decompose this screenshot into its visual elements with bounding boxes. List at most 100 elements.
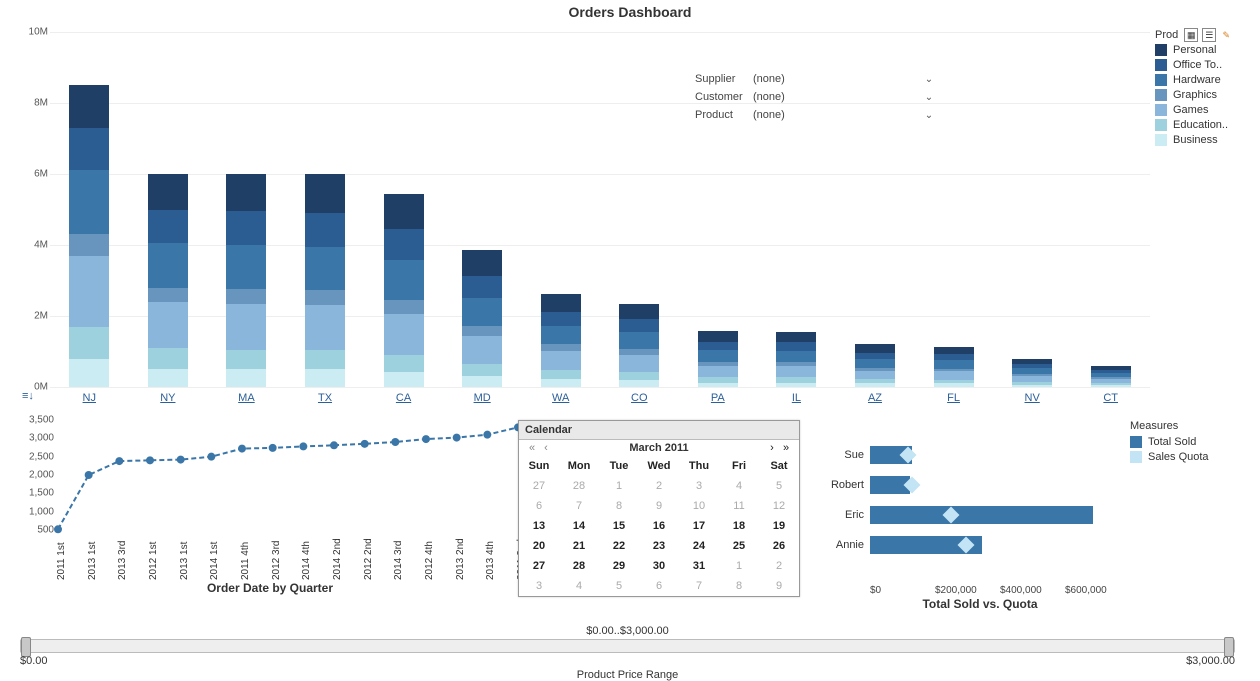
slider-track[interactable] <box>20 639 1235 653</box>
calendar-day[interactable]: 14 <box>559 516 599 536</box>
slider-thumb-min[interactable] <box>21 637 31 657</box>
calendar-day[interactable]: 28 <box>559 556 599 576</box>
line-point[interactable] <box>115 457 123 465</box>
legend-item[interactable]: Games <box>1155 102 1255 117</box>
stacked-bar[interactable] <box>541 294 581 387</box>
calendar-day[interactable]: 3 <box>519 576 559 596</box>
calendar-day[interactable]: 9 <box>639 496 679 516</box>
x-axis-label[interactable]: MA <box>216 392 276 404</box>
calendar-next-year-icon[interactable]: » <box>779 442 793 454</box>
calendar-day[interactable]: 24 <box>679 536 719 556</box>
calendar-day[interactable]: 10 <box>679 496 719 516</box>
calendar-day[interactable]: 30 <box>639 556 679 576</box>
calendar-day[interactable]: 6 <box>639 576 679 596</box>
calendar-day[interactable]: 28 <box>559 476 599 496</box>
calendar-day[interactable]: 15 <box>599 516 639 536</box>
calendar-day[interactable]: 16 <box>639 516 679 536</box>
legend-item[interactable]: Sales Quota <box>1130 449 1240 464</box>
calendar-day[interactable]: 2 <box>759 556 799 576</box>
x-axis-label[interactable]: CT <box>1081 392 1141 404</box>
x-axis-label[interactable]: NV <box>1002 392 1062 404</box>
line-point[interactable] <box>483 431 491 439</box>
x-axis-label[interactable]: CO <box>609 392 669 404</box>
calendar-day[interactable]: 23 <box>639 536 679 556</box>
calendar-day[interactable]: 12 <box>759 496 799 516</box>
calendar-prev-month-icon[interactable]: ‹ <box>539 442 553 454</box>
stacked-bar[interactable] <box>384 194 424 387</box>
calendar-day[interactable]: 31 <box>679 556 719 576</box>
line-point[interactable] <box>422 435 430 443</box>
stacked-bar[interactable] <box>305 174 345 387</box>
calendar-day[interactable]: 2 <box>639 476 679 496</box>
view-list-icon[interactable]: ☰ <box>1202 28 1216 42</box>
stacked-bar[interactable] <box>855 344 895 387</box>
stacked-bar[interactable] <box>619 304 659 387</box>
calendar-widget[interactable]: Calendar « ‹ March 2011 › » SunMonTueWed… <box>518 420 800 597</box>
calendar-day[interactable]: 5 <box>759 476 799 496</box>
line-point[interactable] <box>85 471 93 479</box>
legend-item[interactable]: Business <box>1155 132 1255 147</box>
x-axis-label[interactable]: TX <box>295 392 355 404</box>
legend-item[interactable]: Hardware <box>1155 72 1255 87</box>
stacked-bar[interactable] <box>148 174 188 387</box>
calendar-day[interactable]: 1 <box>599 476 639 496</box>
calendar-day[interactable]: 21 <box>559 536 599 556</box>
line-point[interactable] <box>330 441 338 449</box>
calendar-day[interactable]: 8 <box>599 496 639 516</box>
stacked-bar[interactable] <box>226 174 266 387</box>
calendar-day[interactable]: 27 <box>519 476 559 496</box>
calendar-day[interactable]: 13 <box>519 516 559 536</box>
bullet-bar[interactable] <box>870 506 1093 524</box>
calendar-next-month-icon[interactable]: › <box>765 442 779 454</box>
stacked-bar[interactable] <box>1012 359 1052 387</box>
legend-item[interactable]: Personal <box>1155 42 1255 57</box>
calendar-day[interactable]: 18 <box>719 516 759 536</box>
view-grid-icon[interactable]: ▦ <box>1184 28 1198 42</box>
calendar-day[interactable]: 19 <box>759 516 799 536</box>
stacked-bar[interactable] <box>776 332 816 387</box>
calendar-day[interactable]: 22 <box>599 536 639 556</box>
x-axis-label[interactable]: FL <box>924 392 984 404</box>
line-point[interactable] <box>207 453 215 461</box>
calendar-day[interactable]: 11 <box>719 496 759 516</box>
calendar-day[interactable]: 3 <box>679 476 719 496</box>
calendar-day[interactable]: 25 <box>719 536 759 556</box>
line-point[interactable] <box>453 434 461 442</box>
calendar-day[interactable]: 7 <box>679 576 719 596</box>
legend-item[interactable]: Office To.. <box>1155 57 1255 72</box>
x-axis-label[interactable]: AZ <box>845 392 905 404</box>
calendar-day[interactable]: 9 <box>759 576 799 596</box>
stacked-bar[interactable] <box>934 347 974 387</box>
calendar-day[interactable]: 5 <box>599 576 639 596</box>
calendar-day[interactable]: 26 <box>759 536 799 556</box>
calendar-day[interactable]: 29 <box>599 556 639 576</box>
drilldown-icon[interactable]: ≡↓ <box>22 390 34 402</box>
x-axis-label[interactable]: NJ <box>59 392 119 404</box>
calendar-day[interactable]: 17 <box>679 516 719 536</box>
stacked-bar[interactable] <box>69 85 109 387</box>
x-axis-label[interactable]: PA <box>688 392 748 404</box>
line-point[interactable] <box>146 456 154 464</box>
calendar-day[interactable]: 6 <box>519 496 559 516</box>
calendar-day[interactable]: 27 <box>519 556 559 576</box>
line-point[interactable] <box>177 456 185 464</box>
x-axis-label[interactable]: CA <box>374 392 434 404</box>
calendar-day[interactable]: 4 <box>559 576 599 596</box>
calendar-day[interactable]: 20 <box>519 536 559 556</box>
x-axis-label[interactable]: WA <box>531 392 591 404</box>
calendar-prev-year-icon[interactable]: « <box>525 442 539 454</box>
edit-icon[interactable]: ✎ <box>1220 29 1232 41</box>
x-axis-label[interactable]: NY <box>138 392 198 404</box>
slider-thumb-max[interactable] <box>1224 637 1234 657</box>
line-point[interactable] <box>391 438 399 446</box>
price-range-slider[interactable]: $0.00..$3,000.00 $0.00 $3,000.00 Product… <box>20 625 1235 665</box>
legend-item[interactable]: Total Sold <box>1130 434 1240 449</box>
calendar-day[interactable]: 7 <box>559 496 599 516</box>
line-point[interactable] <box>238 445 246 453</box>
line-point[interactable] <box>269 444 277 452</box>
stacked-bar[interactable] <box>1091 366 1131 387</box>
line-point[interactable] <box>361 440 369 448</box>
stacked-bar[interactable] <box>698 331 738 387</box>
legend-item[interactable]: Graphics <box>1155 87 1255 102</box>
line-point[interactable] <box>299 442 307 450</box>
